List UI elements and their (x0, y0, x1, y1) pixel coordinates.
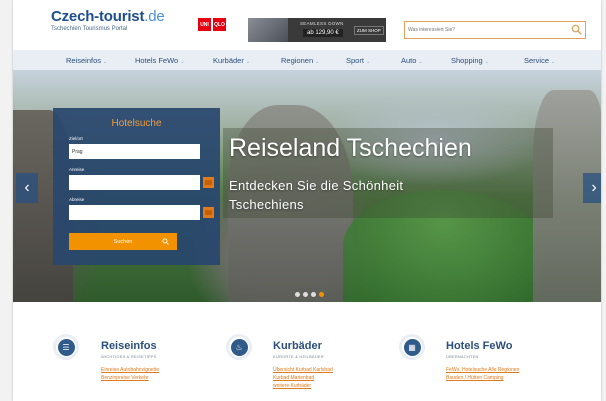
chevron-down-icon: ⌄ (180, 59, 185, 65)
chevron-down-icon: ⌄ (315, 59, 320, 65)
chevron-down-icon: ⌄ (551, 59, 556, 65)
nav-item-auto[interactable]: Auto ⌄ (401, 56, 423, 65)
ad-shop-button[interactable]: ZUM SHOP (354, 26, 384, 35)
chevron-down-icon: ⌄ (365, 59, 371, 65)
hotel-icon-inner: ▦ (403, 338, 421, 356)
hotel-icon: ▦ (399, 334, 425, 360)
feature-title-reiseinfos[interactable]: Reiseinfos (101, 340, 157, 352)
nav-item-label: Sport (346, 56, 364, 65)
slider-dots (295, 292, 324, 297)
search-icon[interactable] (571, 24, 582, 35)
link-kurbad-marienbad[interactable]: Kurbad Marienbad (273, 375, 314, 381)
uniqlo-logo-block: UNI (198, 18, 211, 31)
slider-next-button[interactable]: › (583, 173, 601, 203)
nav-item-label: Service (524, 56, 550, 65)
page-frame: Czech-tourist.de Tschechien Tourismus Po… (13, 0, 601, 401)
link-uebersicht-kurbad-karlsbad[interactable]: Übersicht Kurbad Karlsbad (273, 367, 333, 373)
nav-item-hotels-fewo[interactable]: Hotels FeWo ⌄ (135, 56, 184, 65)
slider-dot[interactable] (311, 292, 316, 297)
feature-subtitle: ÜBERNACHTEN (446, 354, 479, 359)
logo-tagline: Tschechien Tourismus Portal (51, 26, 128, 32)
feature-title-hotels-fewo[interactable]: Hotels FeWo (446, 340, 512, 352)
feature-section: ☰ Reiseinfos WICHTIGES & REISETIPPS Einr… (13, 322, 601, 401)
road-icon: ☰ (53, 334, 79, 360)
arrival-date-input[interactable] (69, 175, 200, 190)
nav-item-regionen[interactable]: Regionen ⌄ (281, 56, 319, 65)
chevron-down-icon: ⌄ (245, 59, 251, 65)
site-search (404, 21, 586, 39)
spa-icon: ♨ (226, 334, 252, 360)
logo-tld: .de (144, 8, 165, 25)
search-icon (162, 238, 169, 245)
destination-label: Ziel/ort (69, 136, 83, 141)
site-header: Czech-tourist.de Tschechien Tourismus Po… (13, 0, 601, 48)
hotel-search-title: Hotelsuche (111, 118, 162, 129)
nav-item-label: Hotels FeWo (135, 56, 179, 65)
chevron-down-icon: ⌄ (418, 59, 423, 65)
nav-item-reiseinfos[interactable]: Reiseinfos ⌄ (66, 56, 107, 65)
spa-icon-inner: ♨ (230, 338, 248, 356)
site-logo[interactable]: Czech-tourist.de Tschechien Tourismus Po… (51, 8, 165, 32)
uniqlo-logo-block: QLO (213, 18, 226, 31)
slider-dot-active[interactable] (319, 292, 324, 297)
search-hotels-button[interactable]: Suchen (69, 233, 177, 250)
slider-dot[interactable] (295, 292, 300, 297)
search-input[interactable] (408, 24, 558, 35)
nav-item-sport[interactable]: Sport ⌄ (346, 56, 370, 65)
chevron-down-icon: ⌄ (484, 59, 489, 65)
nav-item-kurbaeder[interactable]: Kurbäder ⌄ (213, 56, 250, 65)
logo-name: Czech-tourist.de (51, 8, 165, 25)
nav-item-shopping[interactable]: Shopping ⌄ (451, 56, 489, 65)
arrival-label: Anreise (69, 167, 85, 172)
hotel-search-panel: Hotelsuche Ziel/ort Anreise Abreise Such… (53, 108, 220, 265)
calendar-icon[interactable] (203, 207, 214, 218)
ad-price: ab 129,90 € (303, 29, 343, 37)
nav-item-label: Auto (401, 56, 417, 65)
hero-title: Reiseland Tschechien (229, 134, 472, 162)
nav-item-label: Shopping (451, 56, 483, 65)
nav-item-label: Reiseinfos (66, 56, 102, 65)
destination-input[interactable] (69, 144, 200, 159)
feature-title-kurbaeder[interactable]: Kurbäder (273, 340, 322, 352)
nav-item-label: Kurbäder (213, 56, 244, 65)
nav-item-service[interactable]: Service ⌄ (524, 56, 555, 65)
feature-subtitle: KURORTE & HEILBÄDER (273, 354, 324, 359)
ad-headline: SEAMLESS DOWN (300, 21, 344, 26)
ad-banner[interactable]: SEAMLESS DOWN ab 129,90 € ZUM SHOP (248, 18, 386, 42)
ad-product-image (248, 18, 288, 42)
slider-dot[interactable] (303, 292, 308, 297)
chevron-right-icon: › (591, 179, 597, 196)
logo-name-text: Czech-tourist (51, 8, 145, 25)
hero-subtitle: Entdecken Sie die Schönheit Tschechiens (229, 178, 404, 212)
departure-label: Abreise (69, 197, 85, 202)
chevron-down-icon: ⌄ (103, 59, 108, 65)
hero-slider: Reiseland Tschechien Entdecken Sie die S… (13, 70, 601, 302)
main-nav: Reiseinfos ⌄ Hotels FeWo ⌄ Kurbäder ⌄ Regio… (13, 50, 601, 70)
link-einreise-autobahnvignette[interactable]: Einreise Autobahnvignette (101, 367, 159, 373)
link-benzinpreise-verkehr[interactable]: Benzinpreise Verkehr (101, 375, 149, 381)
nav-item-label: Regionen (281, 56, 314, 65)
search-button-label: Suchen (113, 238, 133, 245)
feature-subtitle: WICHTIGES & REISETIPPS (101, 354, 157, 359)
link-bauden-huetten-camping[interactable]: Bauden / Hütten Camping (446, 375, 504, 381)
link-weitere-kurbaeder[interactable]: weitere Kurbäder (273, 383, 311, 389)
road-icon-inner: ☰ (57, 338, 75, 356)
slider-prev-button[interactable]: ‹ (16, 173, 38, 203)
uniqlo-logo[interactable]: UNI QLO (198, 18, 226, 31)
chevron-left-icon: ‹ (24, 179, 30, 196)
link-fewo-hotelsuche[interactable]: FeWo, Hotelsuche Alle Regionen (446, 367, 519, 373)
calendar-icon[interactable] (203, 177, 214, 188)
departure-date-input[interactable] (69, 205, 200, 220)
